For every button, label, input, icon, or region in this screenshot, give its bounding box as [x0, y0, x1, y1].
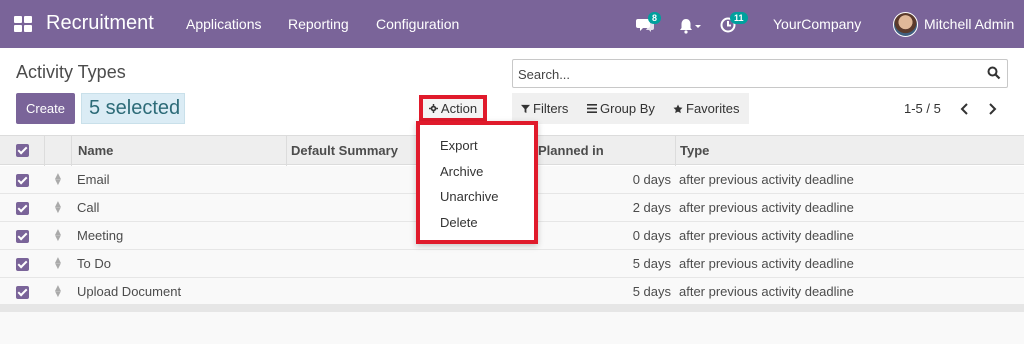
search-bar[interactable] — [512, 59, 1008, 88]
activities-clock-icon[interactable]: 11 — [720, 12, 748, 35]
row-planned: 5 days — [632, 256, 671, 271]
row-name: Meeting — [77, 228, 124, 243]
user-avatar[interactable] — [893, 12, 918, 37]
row-name: Email — [77, 172, 110, 187]
select-all-checkbox[interactable] — [16, 144, 29, 157]
pager-previous-icon[interactable] — [960, 103, 970, 115]
table-row[interactable]: ▲ ▼ To Do 5 days after previous activity … — [0, 250, 1024, 278]
top-navbar: Recruitment Applications Reporting Confi… — [0, 0, 1024, 48]
table-row[interactable]: ▲ ▼ Upload Document 5 days after previous… — [0, 278, 1024, 306]
drag-handle-icon[interactable]: ▲ ▼ — [53, 256, 63, 272]
drag-handle-icon[interactable]: ▲ ▼ — [53, 200, 63, 216]
action-dropdown-button[interactable]: Action — [419, 95, 487, 122]
action-unarchive[interactable]: Unarchive — [440, 189, 499, 204]
action-label: Action — [440, 101, 478, 116]
list-icon — [587, 104, 597, 113]
favorites-label: Favorites — [686, 101, 740, 116]
row-type: after previous activity deadline — [679, 172, 854, 187]
messages-icon[interactable]: 8 — [636, 12, 662, 35]
pager-value[interactable]: 1-5 / 5 — [904, 101, 941, 116]
star-icon — [673, 104, 683, 113]
row-planned: 0 days — [632, 172, 671, 187]
selected-count-badge: 5 selected — [81, 93, 185, 124]
groupby-label: Group By — [600, 101, 655, 116]
activities-count-badge: 11 — [730, 12, 748, 24]
column-header-type[interactable]: Type — [680, 143, 709, 158]
column-header-default-summary[interactable]: Default Summary — [291, 143, 398, 158]
user-menu[interactable]: Mitchell Admin — [924, 16, 1014, 32]
row-checkbox[interactable] — [16, 286, 29, 299]
action-export[interactable]: Export — [440, 138, 478, 153]
menu-applications[interactable]: Applications — [186, 16, 262, 32]
row-checkbox[interactable] — [16, 174, 29, 187]
menu-reporting[interactable]: Reporting — [288, 16, 349, 32]
search-input[interactable] — [518, 65, 978, 83]
row-type: after previous activity deadline — [679, 284, 854, 299]
filters-button[interactable]: Filters — [521, 101, 568, 116]
drag-handle-icon[interactable]: ▲ ▼ — [53, 228, 63, 244]
row-type: after previous activity deadline — [679, 228, 854, 243]
row-checkbox[interactable] — [16, 202, 29, 215]
notification-bell-icon[interactable] — [679, 13, 701, 35]
apps-menu-icon[interactable] — [14, 16, 32, 32]
row-name: To Do — [77, 256, 111, 271]
action-dropdown-menu: Export Archive Unarchive Delete — [416, 121, 538, 244]
groupby-button[interactable]: Group By — [587, 101, 655, 116]
row-planned: 0 days — [632, 228, 671, 243]
drag-handle-icon[interactable]: ▲ ▼ — [53, 172, 63, 188]
messages-count-badge: 8 — [648, 12, 662, 24]
row-checkbox[interactable] — [16, 258, 29, 271]
search-options-bar: Filters Group By Favorites — [512, 93, 749, 124]
pager-next-icon[interactable] — [987, 103, 997, 115]
row-planned: 5 days — [632, 284, 671, 299]
filters-label: Filters — [533, 101, 569, 116]
menu-configuration[interactable]: Configuration — [376, 16, 459, 32]
filter-icon — [521, 104, 530, 113]
column-header-planned-in[interactable]: Planned in — [538, 143, 604, 158]
company-switcher[interactable]: YourCompany — [773, 16, 861, 32]
favorites-button[interactable]: Favorites — [673, 101, 739, 116]
row-planned: 2 days — [632, 200, 671, 215]
row-checkbox[interactable] — [16, 230, 29, 243]
row-type: after previous activity deadline — [679, 200, 854, 215]
drag-handle-icon[interactable]: ▲ ▼ — [53, 284, 63, 300]
list-background — [0, 312, 1024, 344]
action-archive[interactable]: Archive — [440, 164, 483, 179]
page-title: Activity Types — [16, 62, 126, 82]
column-header-name[interactable]: Name — [78, 143, 113, 158]
create-button[interactable]: Create — [16, 93, 75, 124]
row-name: Upload Document — [77, 284, 182, 299]
app-name[interactable]: Recruitment — [46, 12, 154, 35]
action-delete[interactable]: Delete — [440, 215, 478, 230]
gear-icon — [428, 104, 438, 113]
search-icon[interactable] — [987, 66, 1001, 80]
table-footer — [0, 304, 1024, 312]
row-name: Call — [77, 200, 100, 215]
row-type: after previous activity deadline — [679, 256, 854, 271]
